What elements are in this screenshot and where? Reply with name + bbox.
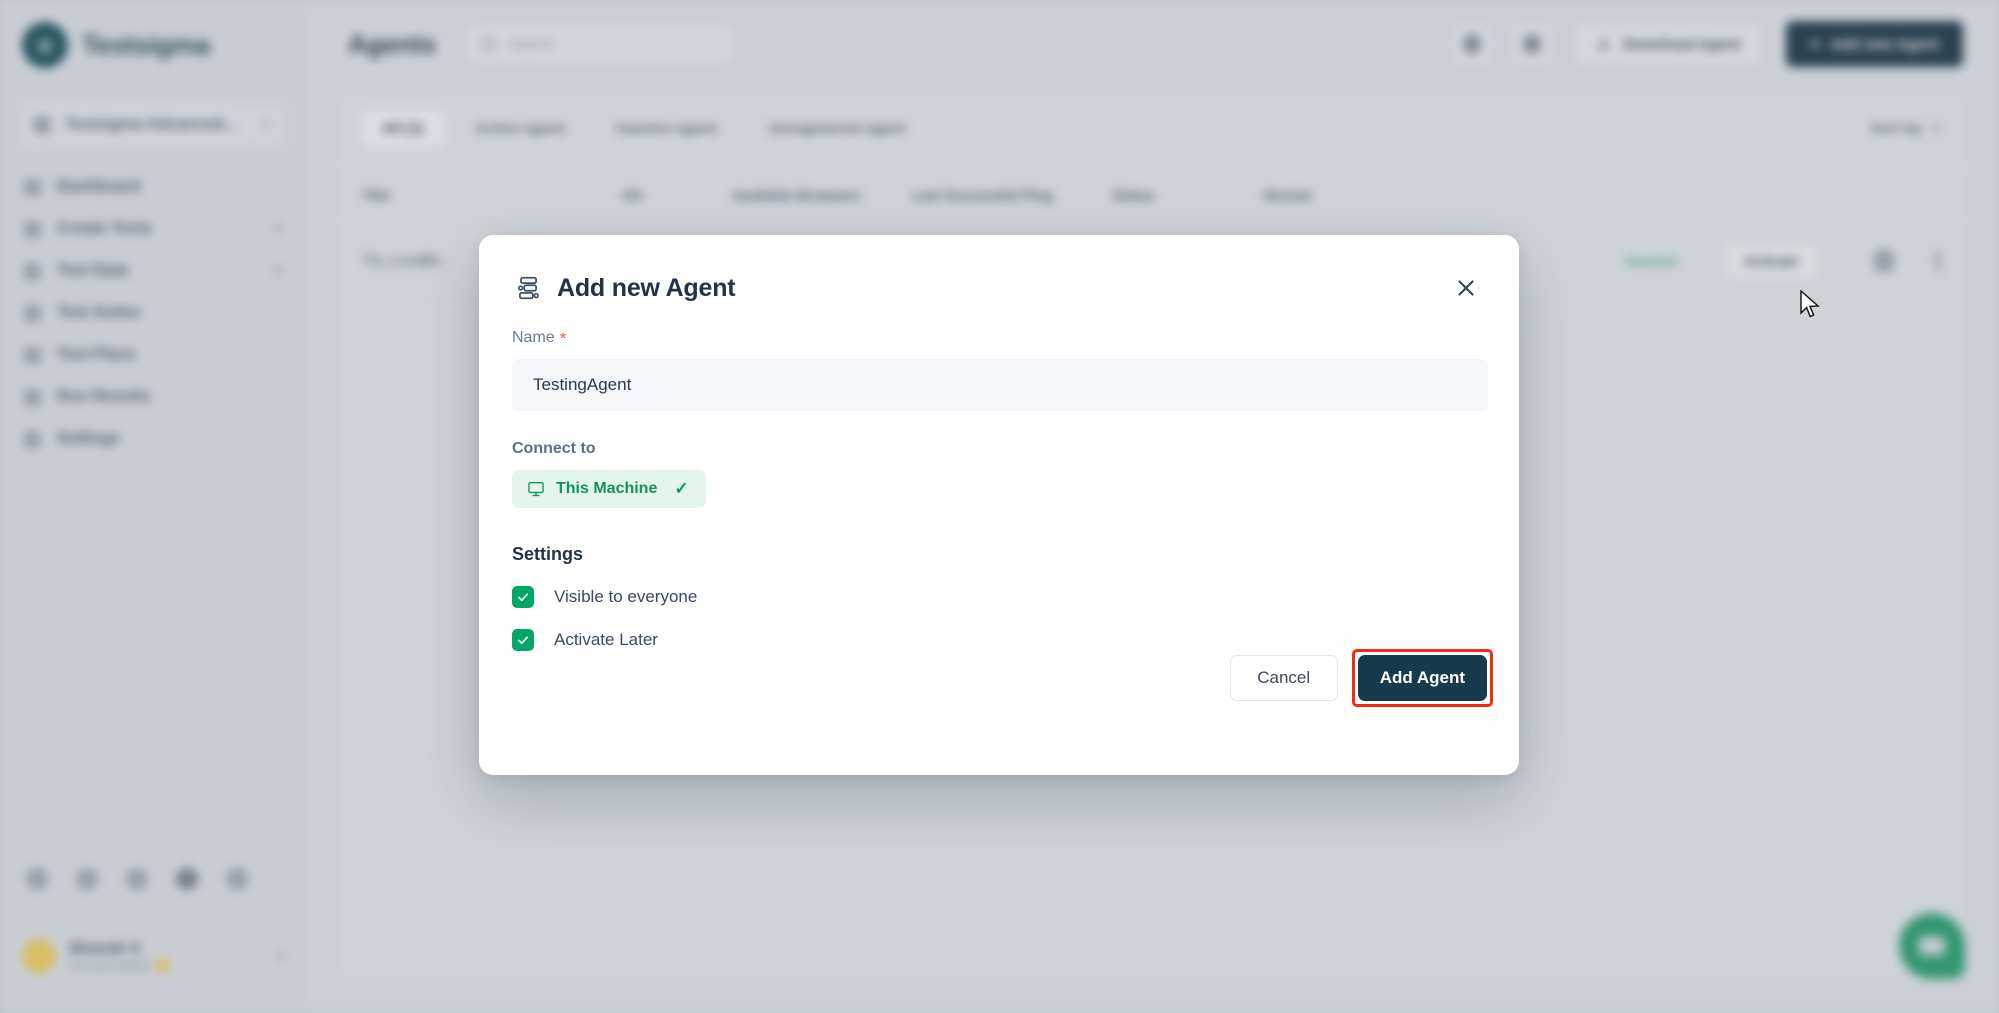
checkbox-label: Activate Later [554,630,658,649]
checkbox-activate-later[interactable]: Activate Later [512,629,1483,651]
checkbox-visible-to-everyone[interactable]: Visible to everyone [512,586,1483,608]
required-marker: * [559,328,567,348]
checkbox-label: Visible to everyone [554,587,698,606]
add-new-agent-modal: Add new Agent Name * /* value set by bin… [479,235,1519,775]
connect-to-this-machine-option[interactable]: This Machine ✓ [512,470,706,508]
monitor-icon [528,482,544,497]
connect-to-option-label: This Machine [556,480,658,497]
settings-heading: Settings [512,544,584,564]
close-icon[interactable] [1449,271,1483,305]
modal-title: Add new Agent [557,273,736,302]
mouse-cursor [1800,290,1820,318]
add-agent-button[interactable]: Add Agent [1357,655,1487,701]
name-field-label: Name * [512,328,567,348]
modal-body: Name * /* value set by binder below */ C… [479,305,1519,651]
modal-footer: Cancel Add Agent [1229,649,1493,707]
cancel-button[interactable]: Cancel [1229,655,1338,701]
submit-highlight-ring: Add Agent [1351,649,1493,707]
agent-name-input[interactable] [512,359,1488,411]
checkbox-checked-icon [512,586,534,608]
agent-server-icon [517,276,539,300]
checkbox-checked-icon [512,629,534,651]
check-icon: ✓ [674,479,689,498]
connect-to-label: Connect to [512,440,596,457]
modal-header: Add new Agent [479,235,1519,305]
